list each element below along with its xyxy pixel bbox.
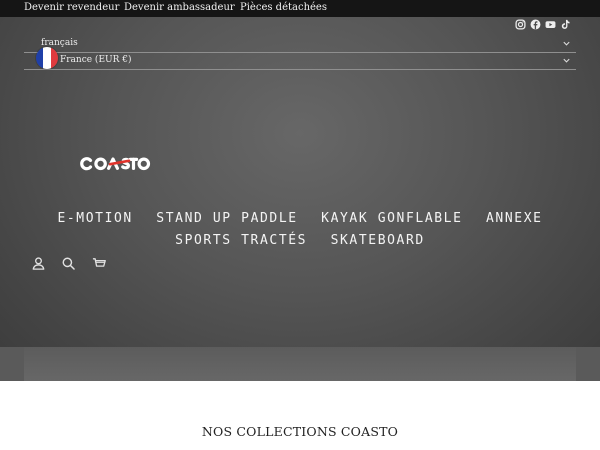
country-currency-select[interactable]: France (EUR €) [24,52,576,70]
nav-item-kayak-gonflable[interactable]: KAYAK GONFLABLE [321,211,462,226]
become-ambassador-link[interactable]: Devenir ambassadeur [124,2,235,13]
top-links-bar: Devenir revendeur Devenir ambassadeur Pi… [0,0,600,17]
hero-edge-right [576,347,600,381]
facebook-icon[interactable] [530,19,541,30]
country-value: France (EUR €) [60,55,132,65]
hero-edge-left [0,347,24,381]
account-icon[interactable] [31,256,46,271]
hero-footer-band [0,347,600,381]
nav-item-sports-tractes[interactable]: SPORTS TRACTÉS [175,233,307,248]
tiktok-icon[interactable] [560,19,571,30]
chevron-down-icon [563,58,570,63]
main-nav-row-1: E-MOTION STAND UP PADDLE KAYAK GONFLABLE… [0,211,600,226]
chevron-down-icon [563,41,570,46]
nav-item-e-motion[interactable]: E-MOTION [57,211,132,226]
cart-icon[interactable] [92,256,107,271]
coasto-logo[interactable] [80,152,154,174]
instagram-icon[interactable] [515,19,526,30]
collections-heading: NOS COLLECTIONS COASTO [201,424,399,439]
youtube-icon[interactable] [545,19,556,30]
nav-item-annexe[interactable]: ANNEXE [486,211,543,226]
main-nav-row-2: SPORTS TRACTÉS SKATEBOARD [0,233,600,248]
spare-parts-link[interactable]: Pièces détachées [240,2,327,13]
become-reseller-link[interactable]: Devenir revendeur [24,2,119,13]
hero-header: français France (EUR €) E-MOTION STAND U… [0,17,600,381]
social-links [515,19,571,30]
language-select[interactable]: français [24,35,576,53]
france-flag-icon [36,47,58,69]
nav-item-skateboard[interactable]: SKATEBOARD [331,233,425,248]
search-icon[interactable] [61,256,76,271]
nav-item-stand-up-paddle[interactable]: STAND UP PADDLE [156,211,297,226]
